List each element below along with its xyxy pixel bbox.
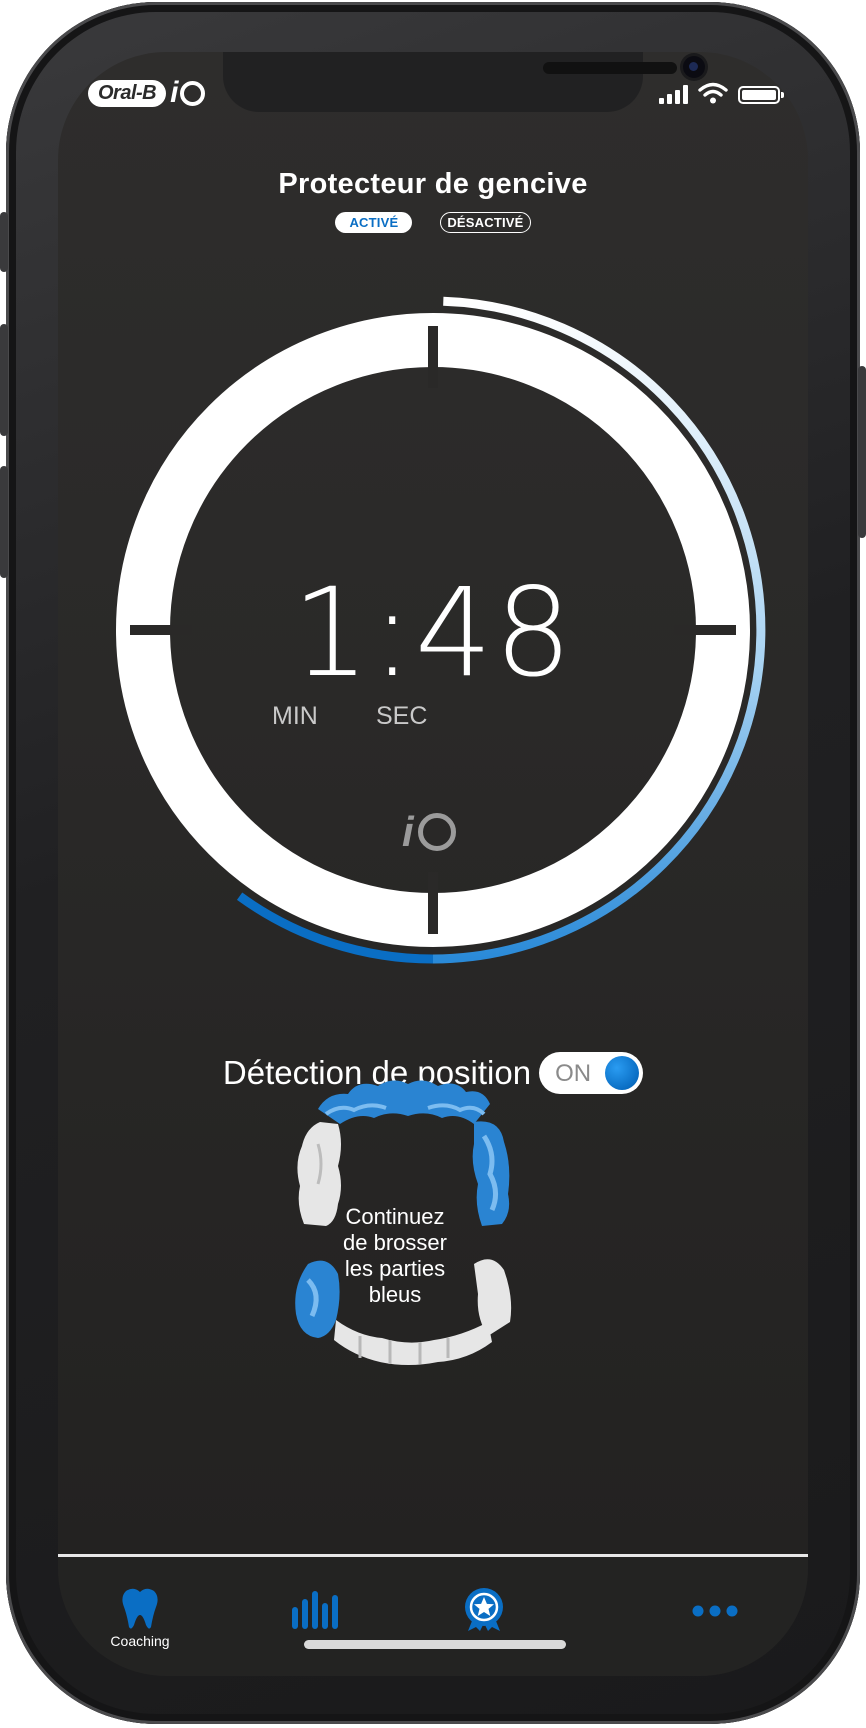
page-title: Protecteur de gencive <box>278 168 588 200</box>
volume-up-button <box>0 324 8 436</box>
signal-bars-icon <box>659 84 688 104</box>
io-watermark-letter: i <box>402 808 414 855</box>
tab-more[interactable] <box>692 1605 738 1617</box>
volume-down-button <box>0 466 8 578</box>
wifi-icon <box>698 82 728 104</box>
bottom-tab-bar: Coaching <box>58 1557 808 1676</box>
tab-coaching-label: Coaching <box>110 1633 170 1649</box>
io-watermark: i <box>402 808 456 856</box>
brushing-guidance-message: Continuez de brosser les parties bleus <box>343 1204 447 1307</box>
minutes-label: MIN <box>272 702 318 730</box>
tooth-icon <box>122 1588 158 1629</box>
toggle-knob <box>605 1056 640 1090</box>
status-bar <box>659 82 784 104</box>
app-screen: Oral-B i Protecteur de gencive ACTIVÉ DÉ… <box>58 52 808 1676</box>
award-badge-icon <box>465 1588 503 1631</box>
front-camera <box>683 56 705 78</box>
gum-guard-mode-selector: ACTIVÉ DÉSACTIVÉ <box>58 212 808 233</box>
seconds-label: SEC <box>376 702 428 730</box>
oral-b-logo-text: Oral-B <box>88 79 167 107</box>
home-indicator[interactable] <box>304 1640 566 1649</box>
quadrant-divider-top <box>428 326 438 388</box>
io-ring-icon <box>180 80 206 106</box>
toggle-state-label: ON <box>555 1060 592 1087</box>
tab-rewards[interactable] <box>462 1587 506 1631</box>
stats-bars-icon <box>292 1591 338 1629</box>
more-dots-icon <box>692 1605 738 1617</box>
power-button <box>858 366 866 538</box>
quadrant-divider-bottom <box>428 872 438 934</box>
io-logo: i <box>170 76 206 110</box>
oral-b-io-logo: Oral-B i <box>88 76 206 110</box>
notch <box>223 52 705 112</box>
timer-display: 1:48 <box>292 562 574 704</box>
io-watermark-ring-icon <box>417 813 456 851</box>
tab-coaching[interactable]: Coaching <box>102 1587 178 1649</box>
battery-icon <box>738 86 784 104</box>
mode-option-inactive[interactable]: DÉSACTIVÉ <box>440 212 531 233</box>
io-logo-letter: i <box>170 76 179 109</box>
speaker-grille <box>543 62 677 74</box>
tab-statistics[interactable] <box>292 1591 338 1629</box>
mute-switch <box>0 212 8 272</box>
mode-option-active[interactable]: ACTIVÉ <box>335 212 413 233</box>
